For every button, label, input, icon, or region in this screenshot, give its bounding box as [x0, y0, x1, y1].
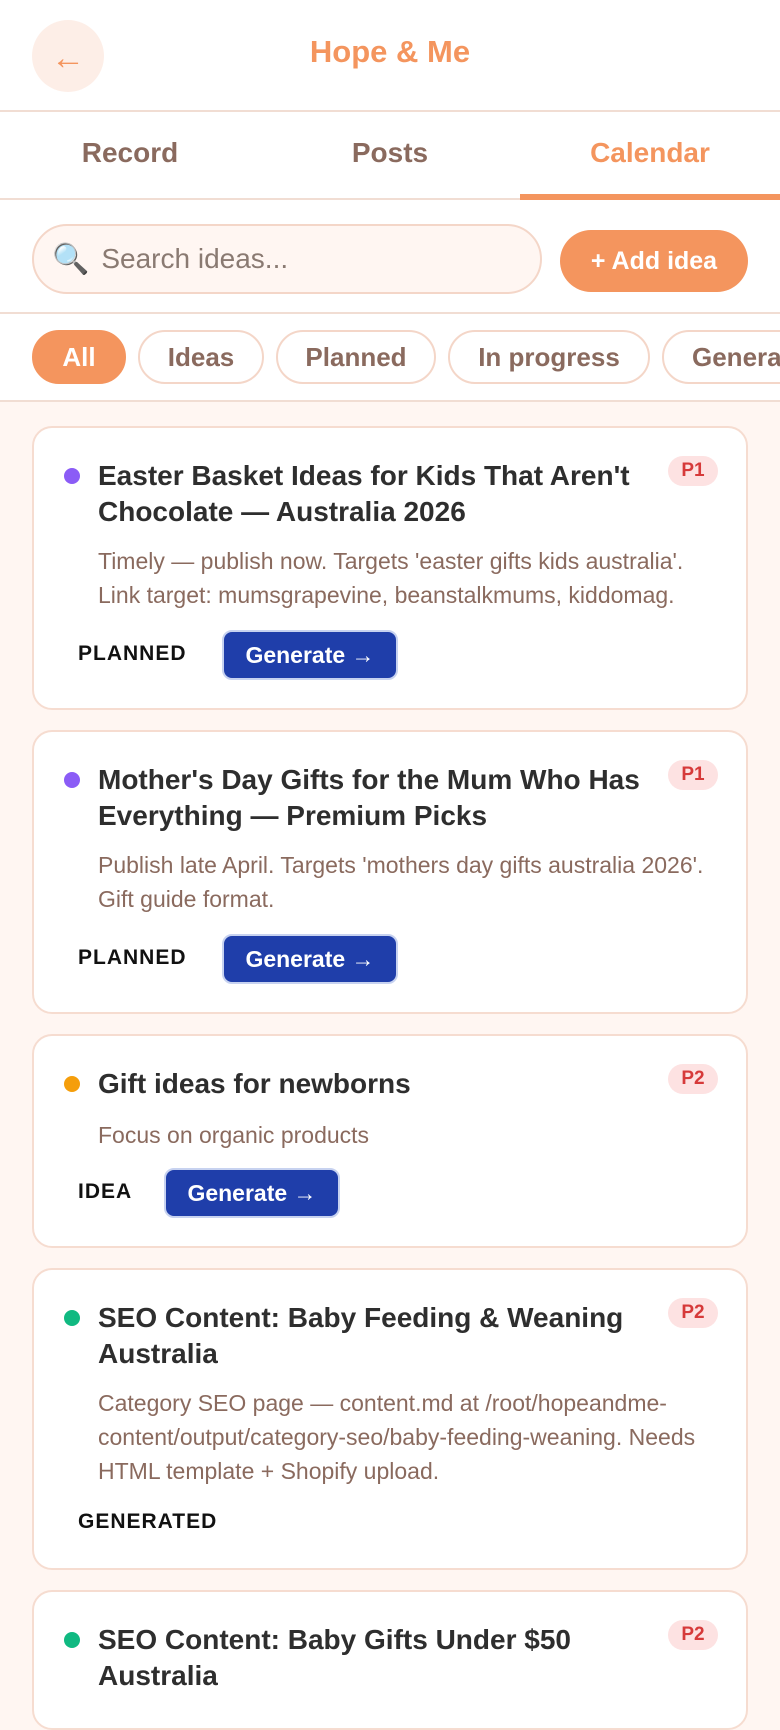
status-label: PLANNED: [78, 642, 187, 665]
idea-card[interactable]: Gift ideas for newborns P2 Focus on orga…: [32, 1034, 748, 1248]
status-dot: [64, 772, 80, 788]
idea-description: Timely — publish now. Targets 'easter gi…: [98, 548, 684, 608]
priority-badge: P2: [668, 1298, 718, 1328]
status-label: PLANNED: [78, 946, 187, 969]
status-dot: [64, 1076, 80, 1092]
idea-card[interactable]: Mother's Day Gifts for the Mum Who Has E…: [32, 730, 748, 1014]
filter-planned[interactable]: Planned: [276, 330, 436, 384]
idea-description: Focus on organic products: [98, 1122, 370, 1148]
filter-bar: All Ideas Planned In progress Generated: [0, 314, 780, 402]
search-input[interactable]: [99, 242, 484, 276]
filter-all[interactable]: All: [32, 330, 126, 384]
status-label: IDEA: [78, 1180, 133, 1203]
idea-card[interactable]: Easter Basket Ideas for Kids That Aren't…: [32, 426, 748, 710]
status-dot: [64, 468, 80, 484]
tab-record[interactable]: Record: [0, 112, 260, 198]
idea-title: Easter Basket Ideas for Kids That Aren't…: [98, 460, 630, 527]
priority-badge: P1: [668, 760, 718, 790]
search-row: 🔍 + Add idea: [0, 200, 780, 314]
tab-bar: Record Posts Calendar: [0, 112, 780, 200]
priority-badge: P2: [668, 1064, 718, 1094]
status-dot: [64, 1310, 80, 1326]
search-icon: 🔍: [52, 242, 90, 276]
idea-card[interactable]: SEO Content: Baby Gifts Under $50 Austra…: [32, 1590, 748, 1730]
generate-button[interactable]: Generate →: [164, 1168, 340, 1218]
filter-ideas[interactable]: Ideas: [138, 330, 264, 384]
search-box[interactable]: 🔍: [32, 224, 542, 294]
tab-posts[interactable]: Posts: [260, 112, 520, 198]
add-idea-button[interactable]: + Add idea: [560, 230, 748, 292]
status-dot: [64, 1632, 80, 1648]
app-title: Hope & Me: [309, 34, 471, 69]
priority-badge: P2: [668, 1620, 718, 1650]
generate-button[interactable]: Generate →: [222, 630, 398, 680]
generate-button[interactable]: Generate →: [222, 934, 398, 984]
idea-title: SEO Content: Baby Feeding & Weaning Aust…: [98, 1302, 624, 1369]
filter-in-progress[interactable]: In progress: [448, 330, 650, 384]
filter-generated[interactable]: Generated: [662, 330, 780, 384]
idea-description: Category SEO page — content.md at /root/…: [98, 1390, 696, 1484]
status-label: GENERATED: [78, 1510, 218, 1533]
idea-card[interactable]: SEO Content: Baby Feeding & Weaning Aust…: [32, 1268, 748, 1570]
idea-title: SEO Content: Baby Gifts Under $50 Austra…: [98, 1624, 571, 1691]
tab-calendar[interactable]: Calendar: [520, 112, 780, 200]
idea-description: Publish late April. Targets 'mothers day…: [98, 852, 704, 912]
app-header: ← Hope & Me: [0, 0, 780, 112]
idea-title: Gift ideas for newborns: [98, 1068, 411, 1099]
priority-badge: P1: [668, 456, 718, 486]
idea-title: Mother's Day Gifts for the Mum Who Has E…: [98, 764, 640, 831]
